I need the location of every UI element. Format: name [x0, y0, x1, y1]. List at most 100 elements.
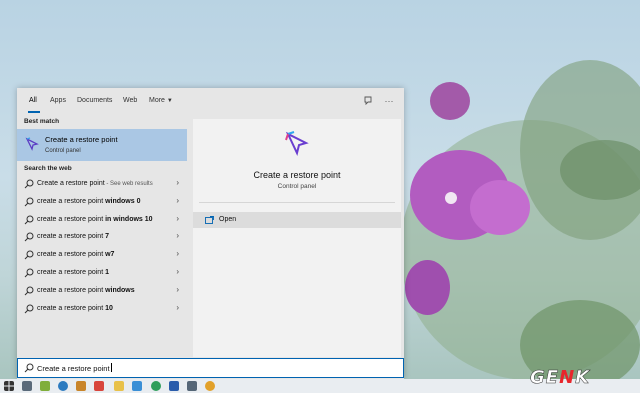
open-label: Open	[219, 216, 237, 223]
steam-icon[interactable]	[58, 381, 68, 391]
web-result-bold: w7	[105, 251, 115, 259]
web-result-text: create a restore point w7	[37, 251, 114, 258]
web-result-row[interactable]: create a restore point 1 ›	[17, 265, 187, 282]
text-caret	[110, 363, 112, 372]
web-result-bold: 1	[105, 269, 109, 276]
chevron-right-icon[interactable]: ›	[176, 249, 179, 258]
chevron-right-icon[interactable]: ›	[176, 303, 179, 312]
app-orange-icon[interactable]	[76, 381, 86, 391]
file-explorer-icon[interactable]	[114, 381, 124, 391]
web-result-row[interactable]: create a restore point w7 ›	[17, 247, 187, 264]
web-result-text: create a restore point 1	[37, 269, 109, 276]
search-icon	[24, 179, 34, 189]
best-match-result[interactable]: Create a restore point Control panel	[17, 129, 187, 161]
search-icon	[24, 286, 34, 296]
divider	[199, 202, 395, 203]
tab-more-label: More	[149, 97, 165, 104]
chevron-right-icon[interactable]: ›	[176, 214, 179, 223]
task-view-icon[interactable]	[22, 381, 32, 391]
chevron-right-icon[interactable]: ›	[176, 178, 179, 187]
chevron-right-icon[interactable]: ›	[176, 196, 179, 205]
app-c-icon[interactable]	[94, 381, 104, 391]
search-icon	[24, 215, 34, 224]
chevron-right-icon[interactable]: ›	[176, 231, 179, 240]
search-icon	[24, 197, 34, 207]
preview-pane: Create a restore point Control panel Ope…	[193, 119, 401, 357]
web-result-text: create a restore point 7	[37, 233, 109, 240]
search-icon	[24, 268, 34, 278]
open-icon	[205, 216, 214, 224]
web-result-bold: 7	[105, 233, 109, 241]
web-result-prefix: create a restore point	[37, 215, 106, 223]
web-result-bold: windows 0	[105, 197, 141, 205]
feedback-icon[interactable]	[361, 94, 375, 108]
preview-subtitle: Control panel	[277, 183, 317, 190]
web-result-prefix: create a restore point	[37, 286, 106, 294]
restore-point-icon	[25, 137, 39, 151]
tab-documents[interactable]: Documents	[77, 97, 112, 104]
chevron-down-icon: ▼	[166, 98, 173, 104]
open-action[interactable]: Open	[193, 212, 401, 228]
web-result-text: create a restore point 10	[37, 305, 113, 312]
best-match-subtitle: Control panel	[45, 148, 81, 154]
flower-petal-lower	[405, 260, 450, 315]
leaf	[560, 140, 640, 200]
best-match-title: Create a restore point	[45, 135, 118, 144]
genk-watermark-logo: GENK	[530, 367, 591, 389]
more-options-icon[interactable]: ···	[382, 94, 396, 108]
web-result-row[interactable]: create a restore point 7 ›	[17, 229, 187, 246]
edge-icon[interactable]	[151, 381, 161, 391]
web-result-row[interactable]: create a restore point windows ›	[17, 283, 187, 300]
watermark-letters-ge: GE	[530, 367, 560, 389]
web-result-bold: 10	[105, 304, 113, 312]
web-result-text: create a restore point windows 0	[37, 198, 141, 205]
web-result-prefix: Create a restore point	[37, 180, 105, 187]
web-result-bold: windows	[105, 286, 135, 294]
word-icon[interactable]	[169, 381, 179, 391]
chevron-right-icon[interactable]: ›	[176, 285, 179, 294]
tab-more[interactable]: More ▼	[149, 97, 173, 104]
tab-all[interactable]: All	[29, 97, 37, 104]
start-search-panel: All Apps Documents Web More ▼ ··· Best m…	[17, 88, 404, 379]
search-input[interactable]: Create a restore point	[17, 358, 404, 378]
search-tabs: All Apps Documents Web More ▼ ···	[17, 88, 404, 116]
restore-point-icon	[285, 131, 309, 156]
web-result-prefix: create a restore point	[37, 304, 106, 312]
best-match-label: Best match	[24, 118, 60, 125]
web-result-text: Create a restore point - See web results	[37, 180, 153, 187]
web-result-row[interactable]: Create a restore point - See web results…	[17, 176, 187, 193]
search-web-label: Search the web	[24, 165, 72, 172]
chevron-right-icon[interactable]: ›	[176, 267, 179, 276]
web-result-row[interactable]: create a restore point in windows 10 ›	[17, 212, 187, 229]
web-result-text: create a restore point windows	[37, 287, 135, 294]
app-gear-icon[interactable]	[187, 381, 197, 391]
web-result-prefix: create a restore point	[37, 251, 106, 259]
preview-title: Create a restore point	[253, 170, 341, 180]
flower-bud	[430, 82, 470, 120]
flower-petal	[470, 180, 530, 235]
watermark-letter-n: N	[559, 367, 576, 388]
tab-all-underline	[28, 111, 40, 113]
search-value: Create a restore point	[37, 364, 110, 373]
search-icon	[24, 250, 34, 260]
windows-start-icon[interactable]	[4, 381, 14, 391]
flower-center	[445, 192, 457, 204]
tab-apps[interactable]: Apps	[50, 97, 66, 104]
search-icon	[24, 304, 34, 313]
web-result-bold: in windows 10	[105, 215, 153, 223]
search-icon	[24, 232, 34, 242]
web-result-text: create a restore point in windows 10	[37, 216, 153, 223]
chrome-icon[interactable]	[205, 381, 215, 391]
results-list: Best match Create a restore point Contro…	[17, 116, 187, 359]
web-result-prefix: create a restore point	[37, 197, 106, 205]
web-result-suffix: - See web results	[104, 181, 153, 187]
search-icon	[24, 363, 34, 373]
store-icon[interactable]	[132, 381, 142, 391]
tab-web[interactable]: Web	[123, 97, 137, 104]
app-v-icon[interactable]	[40, 381, 50, 391]
web-result-prefix: create a restore point	[37, 269, 106, 276]
web-result-row[interactable]: create a restore point windows 0 ›	[17, 194, 187, 211]
watermark-letter-k: K	[575, 367, 591, 389]
web-result-row[interactable]: create a restore point 10 ›	[17, 301, 187, 318]
web-result-prefix: create a restore point	[37, 233, 106, 241]
